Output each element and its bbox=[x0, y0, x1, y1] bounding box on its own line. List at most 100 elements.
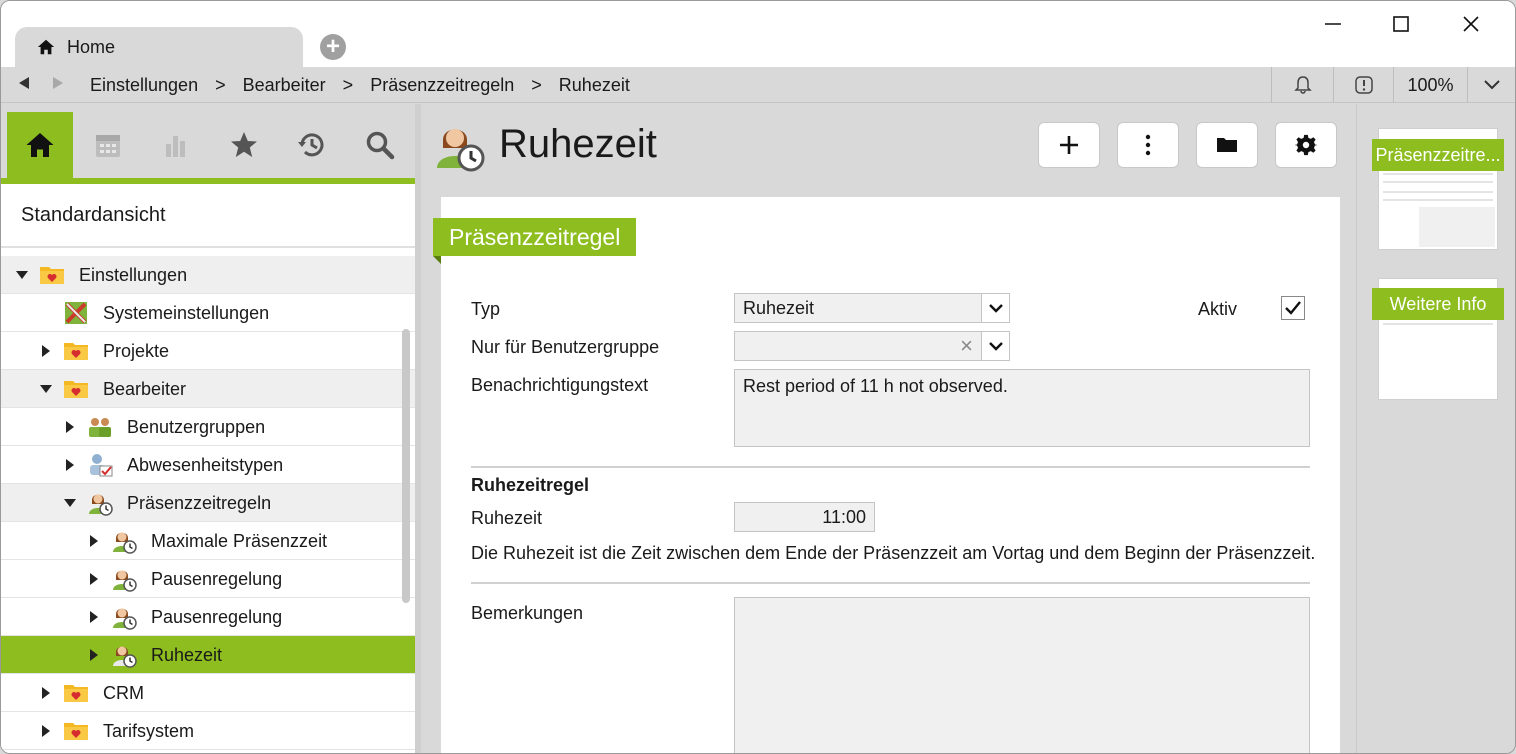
breadcrumb-item-praesenzzeitregeln[interactable]: Präsenzzeitregeln bbox=[370, 75, 514, 96]
presence-rule-icon bbox=[113, 570, 137, 592]
tree-item-label: Pausenregelung bbox=[151, 607, 283, 627]
collapsed-arrow-icon[interactable] bbox=[39, 344, 53, 358]
breadcrumb: Einstellungen > Bearbeiter > Präsenzzeit… bbox=[90, 67, 630, 103]
bemerkungen-field[interactable] bbox=[734, 597, 1310, 753]
tree-item-label: Tarifsystem bbox=[103, 721, 195, 741]
tree-item-label: Einstellungen bbox=[79, 265, 188, 285]
presence-rule-icon bbox=[89, 494, 113, 516]
tree-item-benutzergruppen[interactable]: Benutzergruppen bbox=[1, 408, 415, 446]
tree-item-abwesenheitstypen[interactable]: Abwesenheitstypen bbox=[1, 446, 415, 484]
tree-item-label: Präsenzzeitregeln bbox=[127, 493, 272, 513]
menu-dropdown-button[interactable] bbox=[1467, 67, 1515, 103]
folder-icon bbox=[64, 381, 88, 398]
ruhezeit-description: Die Ruhezeit ist die Zeit zwischen dem E… bbox=[471, 543, 1316, 563]
search-icon bbox=[366, 131, 395, 160]
home-icon bbox=[26, 133, 54, 157]
benutzergruppe-label: Nur für Benutzergruppe bbox=[471, 337, 660, 357]
benutzergruppe-dropdown-button[interactable] bbox=[981, 332, 1009, 360]
tree-item-label: Projekte bbox=[103, 341, 170, 361]
typ-dropdown-button[interactable] bbox=[981, 294, 1009, 322]
presence-rule-icon bbox=[113, 646, 137, 668]
tree-item-label: Bearbeiter bbox=[103, 379, 187, 399]
expanded-arrow-icon[interactable] bbox=[39, 382, 53, 396]
view-selector[interactable]: Standardansicht bbox=[1, 184, 415, 248]
tab-label: Home bbox=[67, 36, 116, 57]
breadcrumb-item-bearbeiter[interactable]: Bearbeiter bbox=[243, 75, 326, 96]
gear-icon bbox=[1295, 134, 1317, 156]
tree-item-systemeinstellungen[interactable]: Systemeinstellungen bbox=[1, 294, 415, 332]
overview-label-weitere-info[interactable]: Weitere Info bbox=[1372, 288, 1504, 320]
maximize-button[interactable] bbox=[1381, 9, 1421, 39]
add-button[interactable] bbox=[1038, 122, 1100, 168]
folder-button[interactable] bbox=[1196, 122, 1258, 168]
tree-item-label: Pausenregelung bbox=[151, 569, 283, 589]
presence-rule-icon bbox=[113, 608, 137, 630]
tree-item-praesenzzeitregeln[interactable]: Präsenzzeitregeln bbox=[1, 484, 415, 522]
collapsed-arrow-icon[interactable] bbox=[87, 648, 101, 662]
ruhezeit-input[interactable]: 11:00 bbox=[734, 502, 875, 532]
history-icon bbox=[298, 133, 324, 157]
collapsed-arrow-icon[interactable] bbox=[63, 458, 77, 472]
absence-type-icon bbox=[90, 454, 113, 477]
benutzergruppe-select[interactable]: × bbox=[734, 331, 1010, 361]
tree-item-projekte[interactable]: Projekte bbox=[1, 332, 415, 370]
expanded-arrow-icon[interactable] bbox=[63, 496, 77, 510]
forward-button[interactable] bbox=[41, 76, 75, 93]
tree-item-pausenregelung[interactable]: Pausenregelung bbox=[1, 598, 415, 636]
checkmark-icon bbox=[1285, 301, 1301, 315]
navigation-panel: Standardansicht Einstellungen Systemeins… bbox=[1, 104, 415, 753]
nav-tab-history[interactable] bbox=[279, 112, 345, 178]
address-bar-tools: 100% bbox=[1271, 67, 1515, 103]
breadcrumb-separator: > bbox=[342, 74, 354, 95]
tree-item-crm[interactable]: CRM bbox=[1, 674, 415, 712]
tree-item-einstellungen[interactable]: Einstellungen bbox=[1, 256, 415, 294]
zoom-level[interactable]: 100% bbox=[1393, 67, 1467, 103]
nav-tab-statistics[interactable] bbox=[143, 112, 209, 178]
alert-button[interactable] bbox=[1333, 67, 1393, 103]
notifications-button[interactable] bbox=[1271, 67, 1333, 103]
minimize-button[interactable] bbox=[1313, 9, 1353, 39]
nav-tab-favorites[interactable] bbox=[211, 112, 277, 178]
alert-icon bbox=[1354, 76, 1373, 94]
user-group-icon bbox=[89, 418, 111, 437]
tree-item-bearbeiter[interactable]: Bearbeiter bbox=[1, 370, 415, 408]
benachrichtigungstext-field[interactable]: Rest period of 11 h not observed. bbox=[734, 369, 1310, 447]
more-vertical-icon bbox=[1145, 134, 1151, 156]
collapsed-arrow-icon[interactable] bbox=[39, 724, 53, 738]
overview-label-praesenzzeitregel[interactable]: Präsenzzeitre... bbox=[1372, 139, 1504, 171]
collapsed-arrow-icon[interactable] bbox=[63, 420, 77, 434]
nav-tab-home[interactable] bbox=[7, 112, 73, 178]
nav-tab-calendar[interactable] bbox=[75, 112, 141, 178]
tree-item-pausenregelung[interactable]: Pausenregelung bbox=[1, 560, 415, 598]
breadcrumb-separator: > bbox=[215, 74, 226, 95]
settings-button[interactable] bbox=[1275, 122, 1337, 168]
tree-scrollbar[interactable] bbox=[402, 329, 410, 603]
collapsed-arrow-icon[interactable] bbox=[87, 534, 101, 548]
breadcrumb-item-einstellungen[interactable]: Einstellungen bbox=[90, 75, 198, 96]
expanded-arrow-icon[interactable] bbox=[15, 268, 29, 282]
more-options-button[interactable] bbox=[1117, 122, 1179, 168]
clear-icon[interactable]: × bbox=[960, 333, 973, 359]
typ-select[interactable]: Ruhezeit bbox=[734, 293, 1010, 323]
tree-item-tarifsystem[interactable]: Tarifsystem bbox=[1, 712, 415, 750]
calendar-icon bbox=[96, 135, 120, 157]
chevron-down-icon bbox=[988, 303, 1003, 313]
chart-icon bbox=[166, 136, 185, 157]
page-overview-panel: Präsenzzeitre... Weitere Info bbox=[1356, 104, 1515, 753]
presence-rule-icon bbox=[437, 129, 485, 172]
aktiv-checkbox[interactable] bbox=[1281, 296, 1305, 320]
tree-item-maximale-praesenzzeit[interactable]: Maximale Präsenzzeit bbox=[1, 522, 415, 560]
collapsed-arrow-icon[interactable] bbox=[39, 686, 53, 700]
collapsed-arrow-icon[interactable] bbox=[87, 572, 101, 586]
tree-item-ruhezeit[interactable]: Ruhezeit bbox=[1, 636, 415, 674]
folder-icon bbox=[64, 343, 88, 360]
settings-tools-icon bbox=[65, 302, 87, 324]
nav-tab-search[interactable] bbox=[347, 112, 413, 178]
collapsed-arrow-icon[interactable] bbox=[87, 610, 101, 624]
tab-home[interactable]: Home bbox=[15, 27, 303, 67]
breadcrumb-item-ruhezeit[interactable]: Ruhezeit bbox=[559, 75, 630, 96]
close-button[interactable] bbox=[1451, 9, 1491, 39]
aktiv-label: Aktiv bbox=[1198, 299, 1238, 319]
new-tab-button[interactable]: + bbox=[320, 34, 346, 60]
back-button[interactable] bbox=[7, 76, 41, 93]
